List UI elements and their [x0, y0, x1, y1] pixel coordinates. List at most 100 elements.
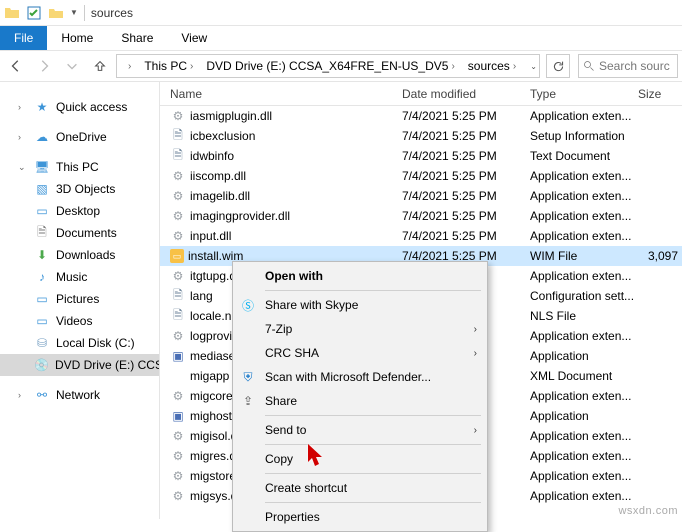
- ctx-sep: [265, 290, 481, 291]
- address-bar[interactable]: › This PC› DVD Drive (E:) CCSA_X64FRE_EN…: [116, 54, 540, 78]
- nav-videos[interactable]: ▭Videos: [0, 310, 159, 332]
- ctx-openwith[interactable]: Open with: [235, 264, 485, 288]
- watermark: wsxdn.com: [618, 505, 678, 517]
- file-name: idwbinfo: [190, 149, 234, 163]
- col-size[interactable]: Size: [638, 87, 678, 101]
- file-icon: ⚙: [170, 228, 186, 244]
- nav-thispc[interactable]: ⌄🖥This PC: [0, 156, 159, 178]
- file-name: imagingprovider.dll: [190, 209, 290, 223]
- file-name: iiscomp.dll: [190, 169, 246, 183]
- ctx-share[interactable]: ⇪Share: [235, 389, 485, 413]
- title-divider: [84, 5, 85, 21]
- search-input[interactable]: Search sourc: [578, 54, 678, 78]
- nav-dvddrive[interactable]: 💿DVD Drive (E:) CCSA: [0, 354, 159, 376]
- nav-3dobjects[interactable]: ▧3D Objects: [0, 178, 159, 200]
- col-name[interactable]: Name: [160, 87, 402, 101]
- ctx-shortcut[interactable]: Create shortcut: [235, 476, 485, 500]
- file-type: Application exten...: [530, 489, 638, 503]
- qat-properties-icon[interactable]: [26, 5, 42, 21]
- file-icon: ⚙: [170, 468, 186, 484]
- back-button[interactable]: [4, 54, 28, 78]
- file-size: 3,097: [638, 249, 678, 263]
- navigation-pane: ›★Quick access ›☁OneDrive ⌄🖥This PC ▧3D …: [0, 82, 160, 519]
- nav-quickaccess[interactable]: ›★Quick access: [0, 96, 159, 118]
- qat-newfolder-icon[interactable]: [48, 5, 64, 21]
- ctx-sep: [265, 415, 481, 416]
- file-icon: ⚙: [170, 328, 186, 344]
- file-icon: ⚙: [170, 448, 186, 464]
- file-icon: ▣: [170, 348, 186, 364]
- ctx-sendto[interactable]: Send to›: [235, 418, 485, 442]
- file-type: XML Document: [530, 369, 638, 383]
- file-icon: ▣: [170, 408, 186, 424]
- tab-home[interactable]: Home: [47, 26, 107, 50]
- recent-dropdown[interactable]: [60, 54, 84, 78]
- crumb-dvd[interactable]: DVD Drive (E:) CCSA_X64FRE_EN-US_DV5›: [202, 59, 461, 73]
- nav-documents[interactable]: 🗎Documents: [0, 222, 159, 244]
- file-date: 7/4/2021 5:25 PM: [402, 169, 530, 183]
- col-date[interactable]: Date modified: [402, 87, 530, 101]
- file-row[interactable]: ⚙ imagingprovider.dll 7/4/2021 5:25 PMAppl…: [160, 206, 682, 226]
- file-icon: [170, 368, 186, 384]
- crumb-thispc[interactable]: This PC›: [140, 59, 200, 73]
- forward-button[interactable]: [32, 54, 56, 78]
- file-row[interactable]: ⚙iasmigplugin.dll7/4/2021 5:25 PMApplica…: [160, 106, 682, 126]
- nav-localdisk[interactable]: ⛁Local Disk (C:): [0, 332, 159, 354]
- nav-network[interactable]: ›⚯Network: [0, 384, 159, 406]
- up-button[interactable]: [88, 54, 112, 78]
- qat-dropdown-icon[interactable]: ▼: [70, 8, 78, 17]
- address-dropdown-icon[interactable]: ⌄: [530, 62, 537, 71]
- ctx-7zip[interactable]: 7-Zip›: [235, 317, 485, 341]
- file-type: Application exten...: [530, 109, 638, 123]
- tab-file[interactable]: File: [0, 26, 47, 50]
- file-row[interactable]: 🗎icbexclusion7/4/2021 5:25 PMSetup Infor…: [160, 126, 682, 146]
- refresh-button[interactable]: [546, 54, 570, 78]
- file-icon: ⚙: [170, 168, 186, 184]
- file-name: iasmigplugin.dll: [190, 109, 272, 123]
- titlebar: ▼ sources: [0, 0, 682, 26]
- file-row[interactable]: ⚙iiscomp.dll7/4/2021 5:25 PMApplication …: [160, 166, 682, 186]
- context-menu: Open with ⓈShare with Skype 7-Zip› CRC S…: [232, 261, 488, 532]
- file-type: WIM File: [530, 249, 638, 263]
- nav-desktop[interactable]: ▭Desktop: [0, 200, 159, 222]
- file-date: 7/4/2021 5:25 PM: [402, 189, 530, 203]
- file-type: Application exten...: [530, 209, 638, 223]
- file-icon: ⚙: [170, 488, 186, 504]
- file-icon: ⚙: [170, 208, 186, 224]
- file-icon: ⚙: [170, 388, 186, 404]
- file-row[interactable]: 🗎idwbinfo7/4/2021 5:25 PMText Document: [160, 146, 682, 166]
- file-icon: 🗎: [170, 128, 186, 144]
- tab-view[interactable]: View: [167, 26, 221, 50]
- file-type: Application exten...: [530, 269, 638, 283]
- file-name: icbexclusion: [190, 129, 255, 143]
- col-type[interactable]: Type: [530, 87, 638, 101]
- nav-pictures[interactable]: ▭Pictures: [0, 288, 159, 310]
- nav-music[interactable]: ♪Music: [0, 266, 159, 288]
- ctx-copy[interactable]: Copy: [235, 447, 485, 471]
- file-icon: ⚙: [170, 428, 186, 444]
- ctx-crcsha[interactable]: CRC SHA›: [235, 341, 485, 365]
- file-type: Setup Information: [530, 129, 638, 143]
- crumb-sources[interactable]: sources›: [464, 59, 523, 73]
- ctx-defender[interactable]: ⛨Scan with Microsoft Defender...: [235, 365, 485, 389]
- file-name: mighost: [190, 409, 232, 423]
- file-type: Application: [530, 409, 638, 423]
- file-date: 7/4/2021 5:25 PM: [402, 109, 530, 123]
- nav-onedrive[interactable]: ›☁OneDrive: [0, 126, 159, 148]
- ctx-skype[interactable]: ⓈShare with Skype: [235, 293, 485, 317]
- file-type: Application: [530, 349, 638, 363]
- tab-share[interactable]: Share: [107, 26, 167, 50]
- file-row[interactable]: ⚙input.dll7/4/2021 5:25 PMApplication ex…: [160, 226, 682, 246]
- file-name: input.dll: [190, 229, 231, 243]
- ctx-properties[interactable]: Properties: [235, 505, 485, 529]
- file-row[interactable]: ⚙imagelib.dll7/4/2021 5:25 PMApplication…: [160, 186, 682, 206]
- ctx-sep: [265, 444, 481, 445]
- file-type: Application exten...: [530, 389, 638, 403]
- file-type: Application exten...: [530, 449, 638, 463]
- nav-downloads[interactable]: ⬇Downloads: [0, 244, 159, 266]
- file-date: 7/4/2021 5:25 PM: [402, 209, 530, 223]
- column-headers[interactable]: Name Date modified Type Size: [160, 82, 682, 106]
- file-type: Application exten...: [530, 189, 638, 203]
- file-type: Text Document: [530, 149, 638, 163]
- file-type: Application exten...: [530, 329, 638, 343]
